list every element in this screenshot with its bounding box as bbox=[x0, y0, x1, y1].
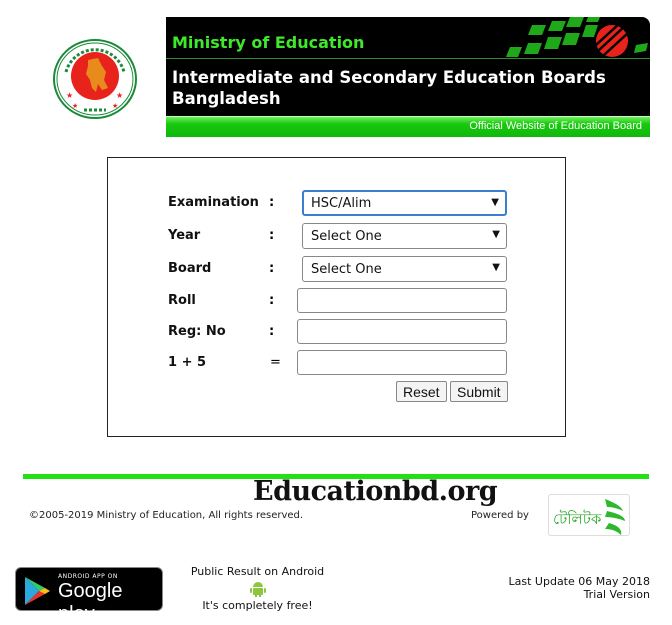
android-promo-title[interactable]: Public Result on Android bbox=[180, 565, 335, 578]
last-update-text: Last Update 06 May 2018 bbox=[508, 575, 650, 588]
site-title-line1: Intermediate and Secondary Education Boa… bbox=[172, 68, 606, 87]
android-icon bbox=[249, 582, 266, 597]
chevron-down-icon: ▼ bbox=[492, 262, 500, 273]
roll-row: Roll : bbox=[108, 288, 565, 314]
reg-no-row: Reg: No : bbox=[108, 319, 565, 345]
google-play-icon bbox=[25, 577, 50, 605]
reg-no-label: Reg: No bbox=[168, 324, 226, 339]
reg-no-input[interactable] bbox=[297, 319, 507, 344]
android-promo-subtitle: It's completely free! bbox=[202, 599, 313, 612]
board-row: Board : Select One ▼ bbox=[108, 256, 565, 282]
google-play-badge[interactable]: ANDROID APP ON Google play bbox=[15, 567, 163, 625]
chevron-down-icon: ▼ bbox=[491, 197, 499, 208]
teletalk-logo[interactable]: টেলিটক bbox=[548, 494, 630, 536]
submit-button[interactable]: Submit bbox=[450, 381, 508, 402]
captcha-equals: = bbox=[270, 355, 281, 370]
tagline-bar: Official Website of Education Board bbox=[166, 116, 650, 137]
year-label: Year bbox=[168, 228, 201, 243]
examination-colon: : bbox=[269, 195, 275, 210]
watermark-brand: Educationbd.org bbox=[253, 476, 498, 507]
svg-text:★: ★ bbox=[112, 102, 118, 110]
site-title-line2: Bangladesh bbox=[172, 89, 281, 108]
board-colon: : bbox=[269, 261, 275, 276]
roll-label: Roll bbox=[168, 293, 196, 308]
teletalk-logo-text: টেলিটক bbox=[553, 510, 602, 528]
reset-button[interactable]: Reset bbox=[396, 381, 447, 402]
year-row: Year : Select One ▼ bbox=[108, 223, 565, 249]
board-value: Select One bbox=[311, 262, 382, 277]
svg-text:★: ★ bbox=[72, 102, 78, 110]
board-label: Board bbox=[168, 261, 212, 276]
last-update-info: Last Update 06 May 2018 Trial Version bbox=[509, 575, 650, 601]
result-form: Examination : HSC/Alim ▼ Year : Select O… bbox=[107, 157, 566, 437]
year-select[interactable]: Select One ▼ bbox=[302, 223, 507, 249]
examination-label: Examination bbox=[168, 195, 259, 210]
examination-select[interactable]: HSC/Alim ▼ bbox=[302, 190, 507, 216]
captcha-label: 1 + 5 bbox=[168, 355, 207, 370]
year-colon: : bbox=[269, 228, 275, 243]
banner-decoration-icon bbox=[506, 17, 648, 57]
examination-value: HSC/Alim bbox=[311, 196, 372, 211]
captcha-row: 1 + 5 = bbox=[108, 350, 565, 376]
captcha-input[interactable] bbox=[297, 350, 507, 375]
roll-input[interactable] bbox=[297, 288, 507, 313]
copyright-text: ©2005-2019 Ministry of Education, All ri… bbox=[29, 510, 304, 521]
header-divider bbox=[166, 58, 650, 59]
chevron-down-icon: ▼ bbox=[492, 229, 500, 240]
google-play-small-text: ANDROID APP ON bbox=[58, 573, 118, 580]
year-value: Select One bbox=[311, 229, 382, 244]
svg-text:★: ★ bbox=[66, 91, 73, 100]
powered-by-text: Powered by bbox=[471, 510, 529, 521]
ministry-title: Ministry of Education bbox=[172, 33, 365, 52]
svg-text:★: ★ bbox=[116, 91, 123, 100]
reg-no-colon: : bbox=[269, 324, 275, 339]
header-banner: Ministry of Education Intermediate and S… bbox=[166, 17, 650, 137]
site-title: Intermediate and Secondary Education Boa… bbox=[172, 67, 606, 109]
tagline: Official Website of Education Board bbox=[469, 120, 642, 132]
version-text: Trial Version bbox=[583, 588, 650, 601]
examination-row: Examination : HSC/Alim ▼ bbox=[108, 190, 565, 216]
government-seal-icon: ★ ★ ★ ★ bbox=[52, 38, 138, 120]
board-select[interactable]: Select One ▼ bbox=[302, 256, 507, 282]
google-play-text: Google play bbox=[58, 580, 123, 625]
roll-colon: : bbox=[269, 293, 275, 308]
android-promo: Public Result on Android It's completely… bbox=[180, 565, 335, 612]
